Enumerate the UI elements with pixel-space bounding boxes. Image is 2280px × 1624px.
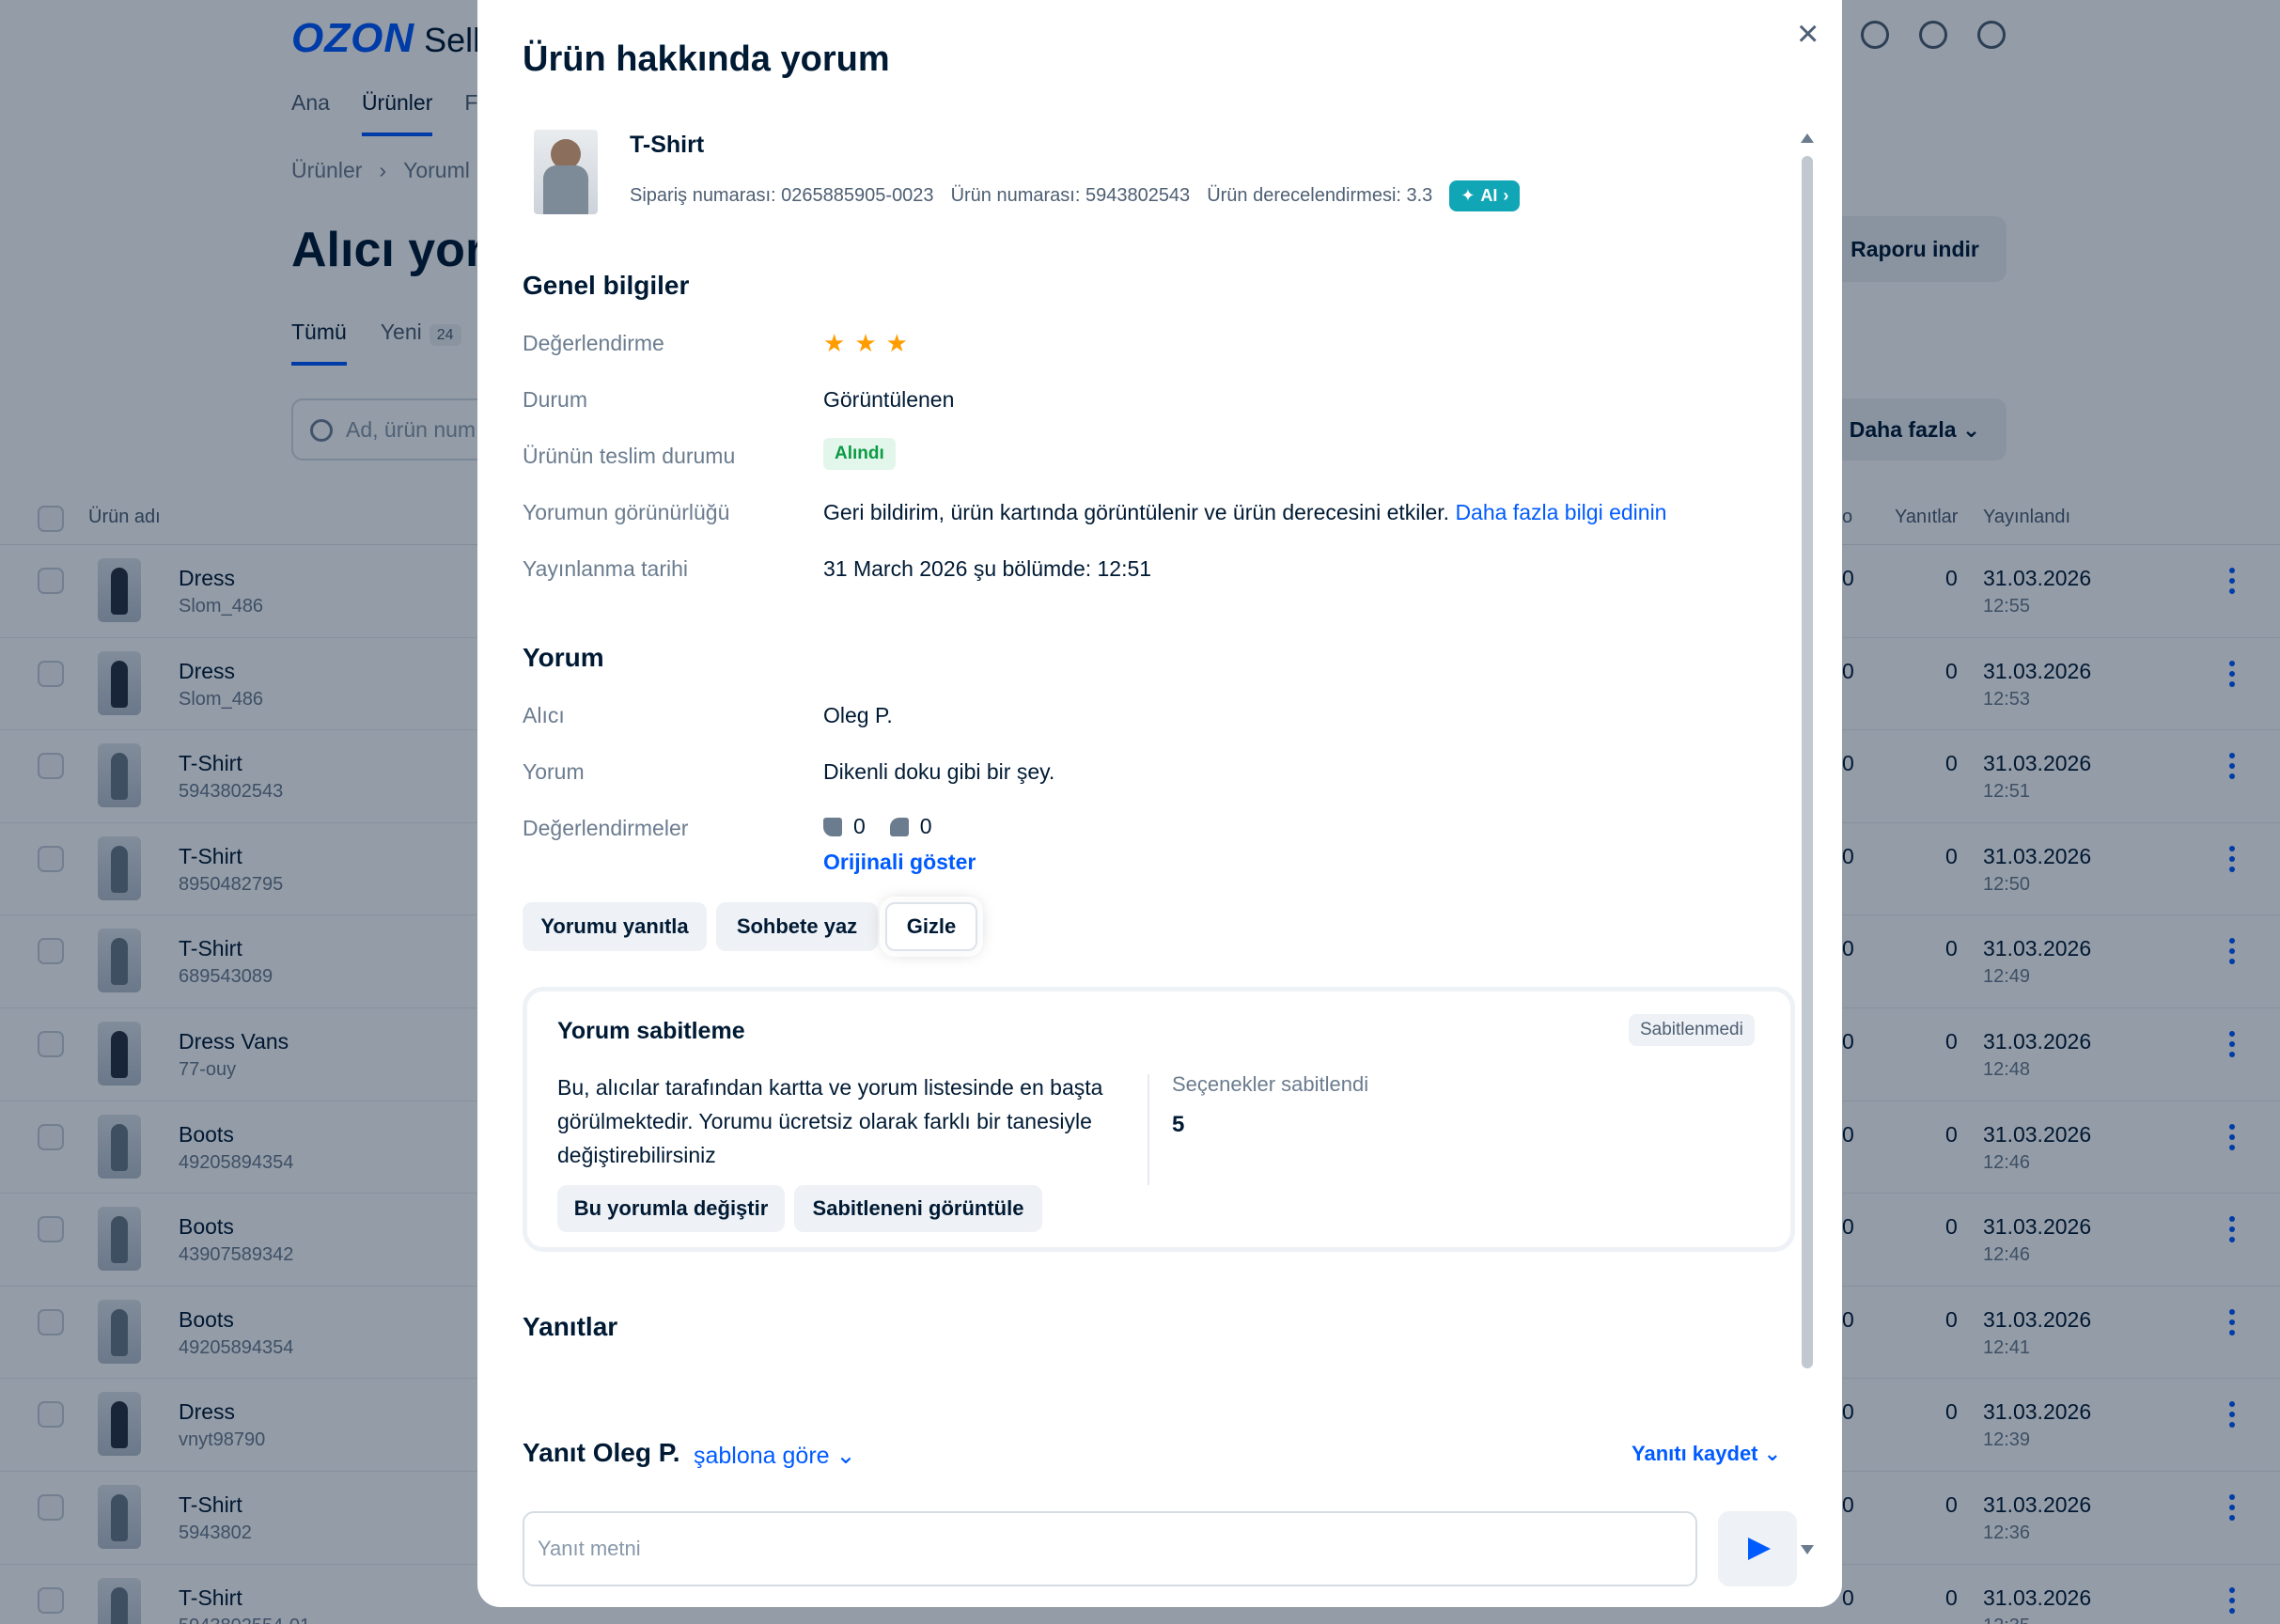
- chevron-down-icon: ⌄: [835, 1443, 856, 1469]
- votes-label: Değerlendirmeler: [523, 816, 689, 840]
- order-number: Sipariş numarası: 0265885905-0023: [630, 185, 934, 206]
- buyer-label: Alıcı: [523, 703, 565, 727]
- learn-more-link[interactable]: Daha fazla bilgi edinin: [1455, 500, 1666, 524]
- hide-button[interactable]: Gizle: [885, 902, 977, 951]
- review-modal: Ürün hakkında yorum × T-Shirt Sipariş nu…: [477, 0, 1842, 1607]
- comment-label: Yorum: [523, 759, 585, 784]
- buyer-value: Oleg P.: [823, 703, 893, 727]
- ai-label: AI: [1480, 186, 1498, 205]
- pinned-options-value: 5: [1172, 1112, 1185, 1137]
- general-info-title: Genel bilgiler: [523, 271, 690, 300]
- pin-review-card: Yorum sabitleme Sabitlenmedi Bu, alıcıla…: [523, 987, 1795, 1252]
- reply-to-title: Yanıt Oleg P.: [523, 1438, 680, 1467]
- view-pinned-button[interactable]: Sabitleneni görüntüle: [794, 1185, 1042, 1232]
- template-label: şablona göre: [694, 1443, 830, 1469]
- pin-title: Yorum sabitleme: [557, 1018, 745, 1044]
- pin-divider: [1148, 1074, 1149, 1185]
- send-icon[interactable]: [1718, 1511, 1797, 1586]
- thumbs-down-icon[interactable]: [889, 817, 909, 836]
- save-reply-label: Yanıtı kaydet: [1632, 1442, 1758, 1465]
- product-rating: Ürün derecelendirmesi: 3.3: [1207, 185, 1433, 206]
- star-icon: ★: [854, 329, 877, 357]
- product-number: Ürün numarası: 5943802543: [950, 185, 1191, 206]
- thumbs-up-icon[interactable]: [823, 817, 842, 836]
- replace-with-this-button[interactable]: Bu yorumla değiştir: [557, 1185, 785, 1232]
- delivery-status-badge: Alındı: [823, 438, 896, 470]
- delivery-label: Ürünün teslim durumu: [523, 444, 736, 468]
- product-meta: Sipariş numarası: 0265885905-0023 Ürün n…: [630, 180, 1521, 211]
- pinned-options-label: Seçenekler sabitlendi: [1172, 1072, 1369, 1096]
- modal-title: Ürün hakkında yorum: [523, 39, 890, 79]
- product-image: [534, 130, 598, 214]
- visibility-label: Yorumun görünürlüğü: [523, 500, 730, 524]
- product-name: T-Shirt: [630, 132, 705, 158]
- show-original-link[interactable]: Orijinali göster: [823, 850, 976, 875]
- likes-count: 0: [853, 814, 866, 838]
- sparkle-icon: ✦: [1460, 186, 1476, 205]
- star-icon: ★: [823, 329, 846, 357]
- review-title: Yorum: [523, 643, 604, 672]
- template-dropdown[interactable]: şablona göre ⌄: [694, 1442, 855, 1470]
- reply-review-button[interactable]: Yorumu yanıtla: [523, 902, 707, 951]
- pin-description: Bu, alıcılar tarafından kartta ve yorum …: [557, 1075, 1103, 1167]
- write-chat-button[interactable]: Sohbete yaz: [716, 902, 878, 951]
- replies-title: Yanıtlar: [523, 1312, 618, 1341]
- visibility-value: Geri bildirim, ürün kartında görüntüleni…: [823, 500, 1666, 525]
- chevron-down-icon: ⌄: [1763, 1442, 1782, 1465]
- rating-stars: ★ ★ ★: [823, 331, 908, 355]
- comment-value: Dikenli doku gibi bir şey.: [823, 759, 1055, 784]
- visibility-text: Geri bildirim, ürün kartında görüntüleni…: [823, 500, 1450, 524]
- dislikes-count: 0: [919, 814, 932, 838]
- published-label: Yayınlanma tarihi: [523, 556, 688, 581]
- votes: 0 0: [823, 814, 932, 839]
- reply-text-input[interactable]: [523, 1511, 1697, 1586]
- status-value: Görüntülenen: [823, 387, 955, 412]
- modal-content: T-Shirt Sipariş numarası: 0265885905-002…: [477, 122, 1842, 1607]
- ai-summary-button[interactable]: ✦ AI ›: [1449, 180, 1521, 211]
- close-icon[interactable]: ×: [1797, 15, 1819, 53]
- chevron-right-icon: ›: [1503, 186, 1509, 205]
- published-value: 31 March 2026 şu bölümde: 12:51: [823, 556, 1152, 581]
- pin-status-badge: Sabitlenmedi: [1629, 1014, 1755, 1046]
- save-reply-dropdown[interactable]: Yanıtı kaydet ⌄: [1632, 1442, 1781, 1466]
- rating-label: Değerlendirme: [523, 331, 664, 355]
- star-icon: ★: [885, 329, 908, 357]
- status-label: Durum: [523, 387, 588, 412]
